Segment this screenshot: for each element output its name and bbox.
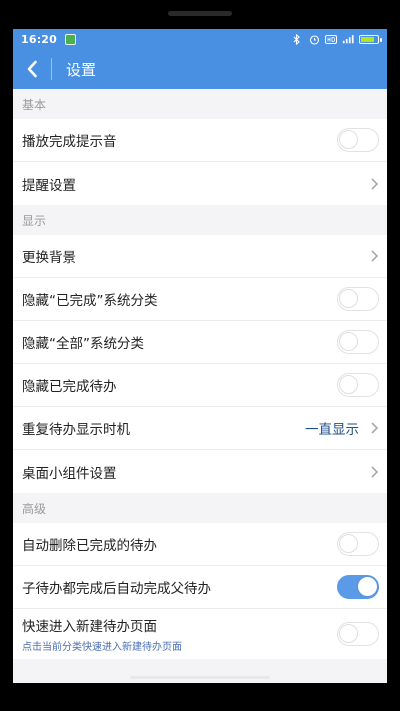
title-bar: 设置 bbox=[13, 49, 387, 89]
setting-row-play-sound[interactable]: 播放完成提示音 bbox=[13, 119, 387, 162]
setting-label: 桌面小组件设置 bbox=[22, 465, 117, 482]
setting-label: 隐藏“全部”系统分类 bbox=[22, 336, 144, 352]
hd-icon bbox=[325, 34, 337, 45]
setting-label: 自动删除已完成的待办 bbox=[22, 538, 157, 554]
battery-icon bbox=[359, 34, 382, 44]
setting-row-auto-complete-parent[interactable]: 子待办都完成后自动完成父待办 bbox=[13, 566, 387, 609]
setting-label: 重复待办显示时机 bbox=[22, 422, 130, 438]
auto-complete-parent-toggle[interactable] bbox=[337, 575, 379, 599]
chevron-right-icon bbox=[371, 250, 379, 262]
hide-all-category-toggle[interactable] bbox=[337, 330, 379, 354]
page-title: 设置 bbox=[66, 60, 97, 79]
setting-row-widget-settings[interactable]: 桌面小组件设置 bbox=[13, 450, 387, 493]
speaker-grille bbox=[168, 11, 232, 16]
section-header-display: 显示 bbox=[22, 213, 47, 228]
back-icon bbox=[27, 60, 37, 78]
home-indicator[interactable] bbox=[130, 676, 270, 679]
section-header-advanced: 高级 bbox=[22, 501, 47, 516]
phone-screen: 16:20 设置 基本 播放完成提示音 提醒设置 显示 更换背景 隐藏“已完成”… bbox=[13, 29, 387, 683]
title-divider bbox=[51, 58, 52, 80]
setting-row-hide-completed-todos[interactable]: 隐藏已完成待办 bbox=[13, 364, 387, 407]
setting-label: 隐藏“已完成”系统分类 bbox=[22, 293, 158, 309]
setting-row-repeat-display-timing[interactable]: 重复待办显示时机 一直显示 bbox=[13, 407, 387, 450]
chevron-right-icon bbox=[371, 177, 379, 190]
setting-label: 提醒设置 bbox=[22, 177, 76, 194]
setting-row-reminder[interactable]: 提醒设置 bbox=[13, 162, 387, 205]
status-time: 16:20 bbox=[21, 32, 58, 46]
play-sound-toggle[interactable] bbox=[337, 128, 379, 152]
chevron-right-icon bbox=[371, 422, 379, 434]
bluetooth-icon bbox=[291, 33, 303, 45]
setting-row-hide-all-category[interactable]: 隐藏“全部”系统分类 bbox=[13, 321, 387, 364]
signal-icon bbox=[342, 34, 354, 45]
auto-delete-toggle[interactable] bbox=[337, 532, 379, 556]
setting-label: 播放完成提示音 bbox=[22, 134, 117, 150]
setting-row-auto-delete[interactable]: 自动删除已完成的待办 bbox=[13, 523, 387, 566]
setting-description: 点击当前分类快速进入新建待办页面 bbox=[22, 642, 182, 653]
section-header-basic: 基本 bbox=[22, 97, 47, 112]
setting-label: 快速进入新建待办页面 bbox=[22, 619, 157, 635]
chevron-right-icon bbox=[371, 465, 379, 478]
notification-icon bbox=[65, 33, 77, 45]
setting-row-hide-completed-category[interactable]: 隐藏“已完成”系统分类 bbox=[13, 278, 387, 321]
status-icons bbox=[291, 33, 382, 45]
status-bar: 16:20 bbox=[13, 29, 387, 49]
back-button[interactable] bbox=[13, 49, 51, 89]
hide-completed-todos-toggle[interactable] bbox=[337, 373, 379, 397]
setting-label: 子待办都完成后自动完成父待办 bbox=[22, 581, 211, 597]
setting-row-background[interactable]: 更换背景 bbox=[13, 235, 387, 278]
setting-label: 隐藏已完成待办 bbox=[22, 379, 117, 395]
repeat-display-timing-value: 一直显示 bbox=[305, 422, 359, 438]
setting-label: 更换背景 bbox=[22, 250, 76, 266]
hide-completed-category-toggle[interactable] bbox=[337, 287, 379, 311]
quick-new-toggle[interactable] bbox=[337, 622, 379, 646]
alarm-icon bbox=[308, 34, 320, 45]
setting-row-quick-new[interactable]: 快速进入新建待办页面 点击当前分类快速进入新建待办页面 bbox=[13, 609, 387, 659]
